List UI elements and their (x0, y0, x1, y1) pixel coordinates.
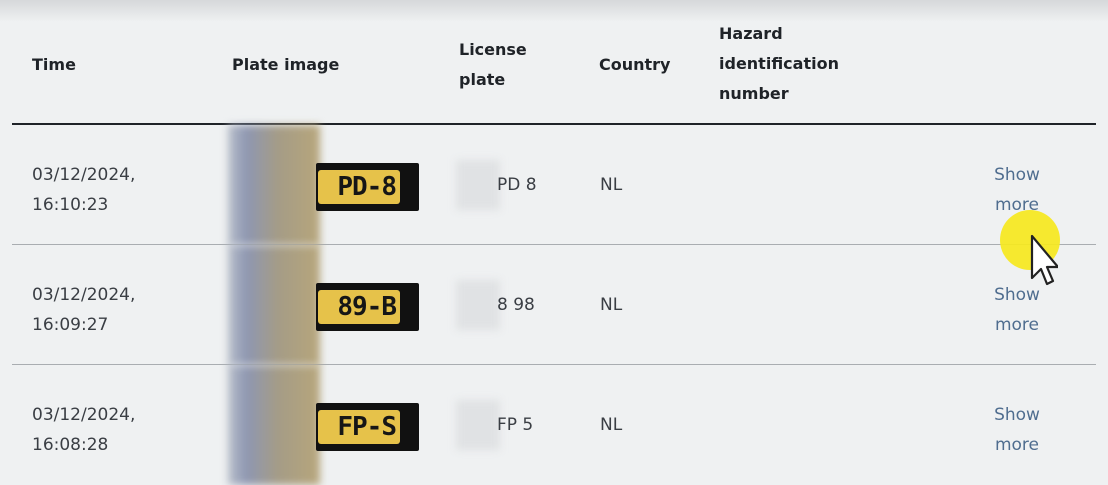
table-row[interactable]: 03/12/2024, 16:09:27 89-B 8 98 NL Show m… (0, 245, 1108, 365)
mouse-pointer-icon (1000, 210, 1060, 290)
blurred-region (228, 125, 320, 245)
plate-photo: 89-B (316, 283, 419, 331)
plate-image: 89-B (228, 245, 419, 365)
license-plate-blur (456, 280, 500, 330)
license-plate-cell: 8 98 (497, 295, 535, 315)
plate-characters: FP-S (318, 410, 400, 444)
country-cell: NL (600, 175, 623, 195)
time-cell: 03/12/2024, 16:09:27 (32, 285, 136, 335)
table-row[interactable]: 03/12/2024, 16:10:23 PD-8 PD 8 NL Show m… (0, 125, 1108, 245)
license-plate-blur (456, 160, 500, 210)
blurred-region (228, 245, 320, 365)
header-country[interactable]: Country (599, 50, 670, 80)
license-plate-cell: FP 5 (497, 415, 534, 435)
header-plate-image[interactable]: Plate image (232, 50, 339, 80)
arrow-cursor-icon (1030, 234, 1058, 286)
plate-characters: 89-B (318, 290, 400, 324)
plate-photo: PD-8 (316, 163, 419, 211)
time-cell: 03/12/2024, 16:08:28 (32, 405, 136, 455)
plate-characters: PD-8 (318, 170, 400, 204)
country-cell: NL (600, 295, 623, 315)
header-license-plate[interactable]: License plate (459, 35, 527, 95)
plate-photo: FP-S (316, 403, 419, 451)
plate-image: FP-S (228, 365, 419, 485)
show-more-link[interactable]: Show more (970, 400, 1064, 460)
license-plate-cell: PD 8 (497, 175, 537, 195)
plate-image: PD-8 (228, 125, 419, 245)
header-time[interactable]: Time (32, 50, 76, 80)
header-hazard-number[interactable]: Hazard identification number (719, 19, 839, 109)
time-cell: 03/12/2024, 16:10:23 (32, 165, 136, 215)
blurred-region (228, 365, 320, 485)
table-row[interactable]: 03/12/2024, 16:08:28 FP-S FP 5 NL Show m… (0, 365, 1108, 485)
table-header: Time Plate image License plate Country H… (0, 0, 1108, 125)
license-plate-blur (456, 400, 500, 450)
country-cell: NL (600, 415, 623, 435)
